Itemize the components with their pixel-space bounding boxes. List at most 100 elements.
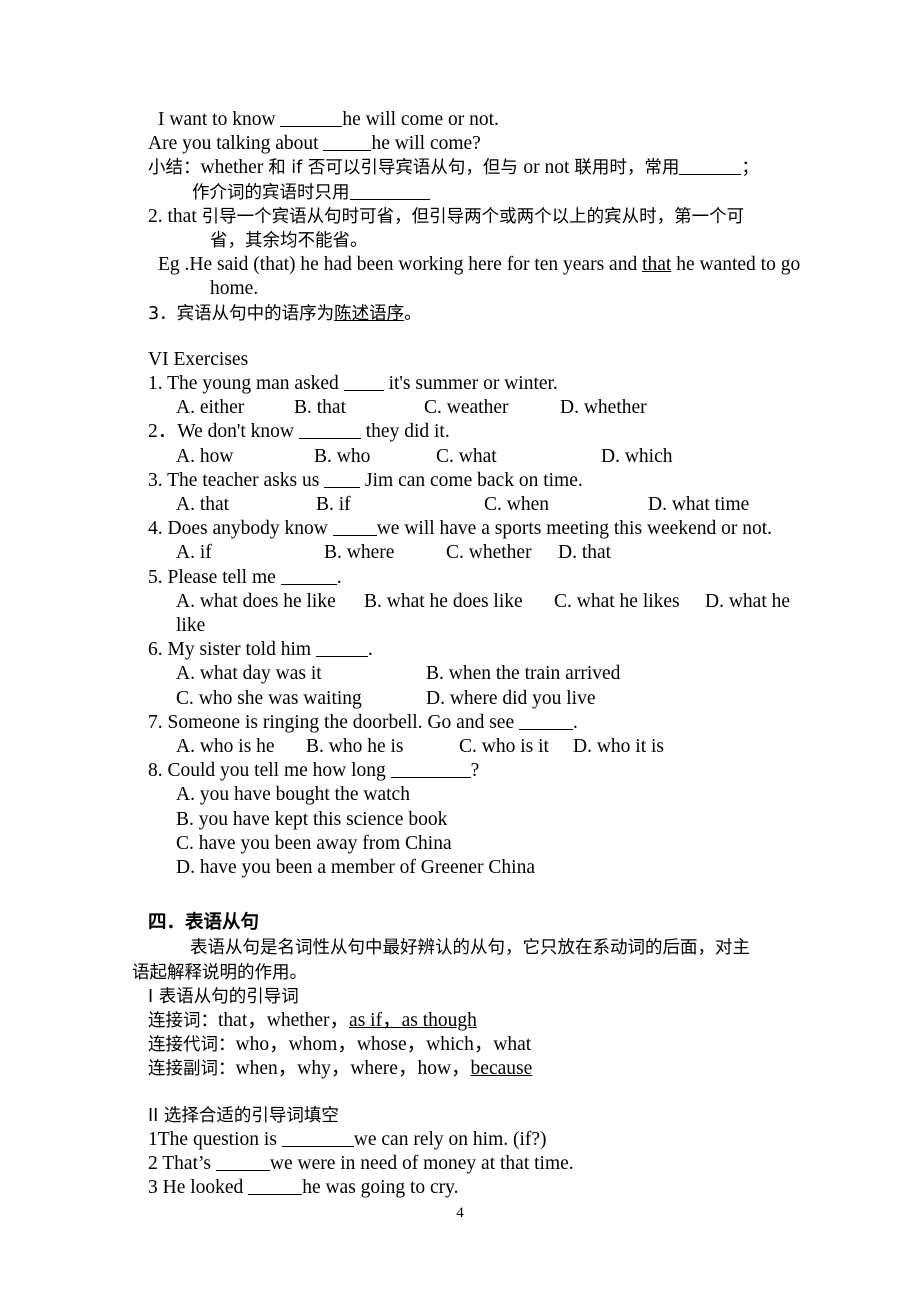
fill-blank[interactable] (343, 372, 384, 392)
q7-option-a[interactable]: A. who is he (176, 735, 306, 759)
q5-option-c[interactable]: C. what he likes (554, 590, 705, 614)
fill-blank[interactable] (332, 517, 377, 537)
q6-option-c[interactable]: C. who she was waiting (176, 687, 426, 711)
q8-stem-post: ? (470, 760, 480, 782)
summary-whether: whether (200, 157, 269, 179)
sub1-title-text: I 表语从句的引导词 (148, 986, 299, 1007)
fill-blank[interactable] (248, 1176, 303, 1196)
question-6-options-row-2: C. who she was waiting D. where did you l… (148, 687, 808, 711)
q5-option-a[interactable]: A. what does he like (176, 590, 364, 614)
rule-3-pre: 3．宾语从句中的语序为 (148, 303, 335, 324)
q3-option-b[interactable]: B. if (316, 493, 484, 517)
example-2-pre: Are you talking about (148, 133, 324, 155)
conjunctive-pronoun-label: 连接代词： (148, 1035, 236, 1056)
fill-item-2: 2 That’s we were in need of money at tha… (148, 1152, 808, 1176)
q6-stem-post: . (367, 639, 373, 661)
fill-1-post: we can rely on him. (if?) (353, 1128, 547, 1150)
fill-blank[interactable] (280, 566, 337, 585)
predicative-intro-line-2: 语起解释说明的作用。 (132, 961, 808, 985)
conjunction-line: 连接词：that，whether，as if，as though (148, 1009, 808, 1033)
q6-option-d[interactable]: D. where did you live (426, 688, 596, 709)
example-2-post: he will come? (371, 133, 481, 155)
q2-option-a[interactable]: A. how (176, 445, 314, 469)
fill-2-pre: 2 That’s (148, 1152, 216, 1174)
fill-blank[interactable] (324, 469, 361, 488)
q2-option-d[interactable]: D. which (601, 446, 673, 467)
conjunctive-adverb-plain: when，why，where，how， (235, 1058, 471, 1080)
q3-option-c[interactable]: C. when (484, 493, 648, 517)
question-8-option-b[interactable]: B. you have kept this science book (148, 808, 808, 832)
question-1-stem: 1. The young man asked it's summer or wi… (148, 372, 808, 396)
q4-option-b[interactable]: B. where (324, 541, 446, 565)
fill-blank[interactable] (215, 1152, 270, 1171)
question-7-stem: 7. Someone is ringing the doorbell. Go a… (148, 711, 808, 735)
question-7-options: A. who is he B. who he is C. who is it D. w… (148, 735, 808, 759)
fill-blank[interactable] (280, 108, 343, 127)
fill-3-pre: 3 He looked (148, 1177, 249, 1199)
exercises-title: VI Exercises (148, 348, 249, 370)
q2-option-b[interactable]: B. who (314, 445, 436, 469)
conjunctive-pronoun-value: who，whom，whose，which，what (235, 1034, 532, 1056)
q1-option-b[interactable]: B. that (294, 396, 424, 420)
fill-item-1: 1The question is we can rely on him. (if… (148, 1128, 808, 1152)
rule-3-post: 。 (404, 303, 422, 324)
fill-blank[interactable] (315, 638, 368, 658)
fill-blank[interactable] (390, 759, 471, 779)
conjunctive-adverb-label: 连接副词： (148, 1059, 236, 1080)
fill-blank[interactable] (323, 132, 372, 152)
section-heading-predicative: 四．表语从句 (148, 912, 260, 934)
q4-stem-pre: 4. Does anybody know (148, 518, 333, 540)
question-2-stem: 2．We don't know they did it. (148, 420, 808, 444)
question-8-option-a[interactable]: A. you have bought the watch (148, 783, 808, 807)
rule-2-line-2: 省，其余均不能省。 (148, 229, 808, 253)
fill-blank[interactable] (349, 181, 430, 200)
sub2-title-text: II 选择合适的引导词填空 (148, 1105, 339, 1126)
q1-option-d[interactable]: D. whether (560, 397, 647, 418)
q3-option-a[interactable]: A. that (176, 493, 316, 517)
q6-option-a[interactable]: A. what day was it (176, 662, 426, 686)
q7-option-d[interactable]: D. who it is (573, 736, 664, 757)
q1-option-a[interactable]: A. either (176, 396, 294, 420)
q2-stem-pre: 2．We don't know (148, 421, 299, 443)
fill-blank[interactable] (679, 156, 742, 176)
question-3-options: A. that B. if C. when D. what time (148, 493, 808, 517)
q7-option-c[interactable]: C. who is it (459, 735, 573, 759)
q1-option-c[interactable]: C. weather (424, 396, 560, 420)
q4-stem-post: we will have a sports meeting this weeke… (376, 518, 773, 540)
predicative-intro-text-1: 表语从句是名词性从句中最好辨认的从句，它只放在系动词的后面，对主 (190, 938, 750, 959)
conjunction-label: 连接词： (148, 1010, 218, 1031)
example-1-post: he will come or not. (342, 109, 499, 130)
rule-3-line: 3．宾语从句中的语序为陈述语序。 (148, 302, 808, 326)
q4-option-c[interactable]: C. whether (446, 541, 558, 565)
predicative-intro-line-1: 表语从句是名词性从句中最好辨认的从句，它只放在系动词的后面，对主 (148, 936, 808, 960)
conjunction-plain: that，whether， (218, 1009, 350, 1031)
q6-option-b[interactable]: B. when the train arrived (426, 663, 620, 684)
eg-line-2-text: home. (210, 278, 259, 300)
conjunctive-adverb-underlined: because (470, 1058, 533, 1080)
fill-blank[interactable] (518, 711, 573, 730)
question-8-option-c[interactable]: C. have you been away from China (148, 832, 808, 856)
predicative-intro-text-2: 语起解释说明的作用。 (132, 962, 307, 983)
q2-option-c[interactable]: C. what (436, 445, 601, 469)
q3-option-d[interactable]: D. what time (648, 494, 749, 515)
eg-line-1: Eg .He said (that) he had been working h… (148, 253, 808, 277)
q5-option-b[interactable]: B. what he does like (364, 590, 554, 614)
eg-underlined-that: that (642, 254, 672, 276)
q1-stem-post: it's summer or winter. (383, 373, 558, 395)
example-1-pre: I want to know (158, 109, 281, 130)
eg-post: he wanted to go (671, 254, 801, 276)
question-8-option-d[interactable]: D. have you been a member of Greener Chi… (148, 856, 808, 880)
q4-option-d[interactable]: D. that (558, 542, 611, 563)
fill-blank[interactable] (298, 421, 361, 440)
rule-2-line-1: 2. that 引导一个宾语从句时可省，但引导两个或两个以上的宾从时，第一个可 (148, 205, 808, 229)
eg-line-2: home. (148, 277, 808, 301)
q6-stem-pre: 6. My sister told him (148, 639, 316, 661)
q3-stem-pre: 3. The teacher asks us (148, 469, 325, 491)
q4-option-a[interactable]: A. if (176, 541, 324, 565)
fill-1-pre: 1The question is (148, 1128, 282, 1150)
fill-blank[interactable] (281, 1128, 354, 1147)
q7-option-b[interactable]: B. who he is (306, 735, 459, 759)
summary-ornot: or not (523, 157, 575, 179)
